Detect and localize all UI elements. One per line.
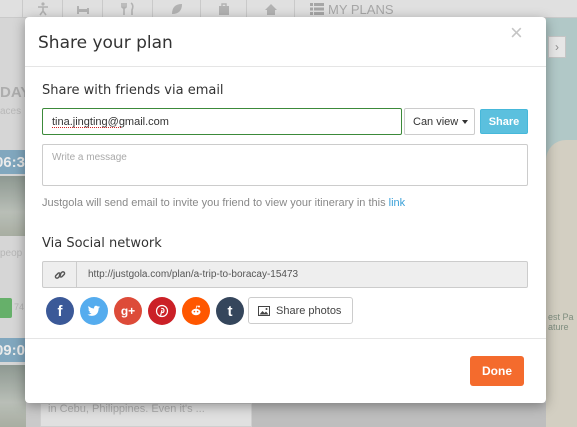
- invite-note-text: Justgola will send email to invite you f…: [42, 197, 386, 209]
- twitter-icon: [87, 305, 100, 316]
- modal-title: Share your plan: [38, 33, 173, 53]
- caret-down-icon: [462, 120, 469, 124]
- googleplus-icon: g+: [120, 304, 136, 318]
- tumblr-icon: t: [227, 302, 233, 320]
- facebook-share-button[interactable]: f: [46, 297, 74, 325]
- googleplus-share-button[interactable]: g+: [114, 297, 142, 325]
- email-section-heading: Share with friends via email: [42, 83, 224, 98]
- share-url-field[interactable]: http://justgola.com/plan/a-trip-to-borac…: [42, 261, 528, 288]
- facebook-icon: f: [57, 302, 63, 320]
- pinterest-share-button[interactable]: [148, 297, 176, 325]
- share-photos-label: Share photos: [276, 304, 342, 317]
- link-icon: [43, 262, 77, 287]
- reddit-icon: [191, 305, 201, 316]
- share-plan-modal: Share your plan × Share with friends via…: [25, 17, 546, 403]
- modal-header: Share your plan ×: [25, 17, 546, 67]
- message-field[interactable]: [42, 144, 528, 186]
- email-field-wrapper: [42, 108, 402, 135]
- close-icon[interactable]: ×: [510, 20, 523, 46]
- invite-link[interactable]: link: [389, 197, 406, 209]
- invite-note: Justgola will send email to invite you f…: [42, 197, 405, 209]
- share-button[interactable]: Share: [480, 109, 528, 134]
- email-field[interactable]: [42, 108, 402, 135]
- permission-dropdown[interactable]: Can view: [404, 108, 475, 135]
- tumblr-share-button[interactable]: t: [216, 297, 244, 325]
- share-url: http://justgola.com/plan/a-trip-to-borac…: [88, 269, 299, 280]
- done-button[interactable]: Done: [470, 356, 524, 386]
- permission-value: Can view: [413, 115, 459, 128]
- social-section-heading: Via Social network: [42, 236, 162, 251]
- picture-icon: [258, 305, 270, 316]
- footer-divider: [25, 338, 546, 339]
- share-photos-button[interactable]: Share photos: [248, 297, 353, 324]
- spellcheck-underline: [52, 126, 121, 128]
- pinterest-icon: [155, 304, 169, 318]
- reddit-share-button[interactable]: [182, 297, 210, 325]
- twitter-share-button[interactable]: [80, 297, 108, 325]
